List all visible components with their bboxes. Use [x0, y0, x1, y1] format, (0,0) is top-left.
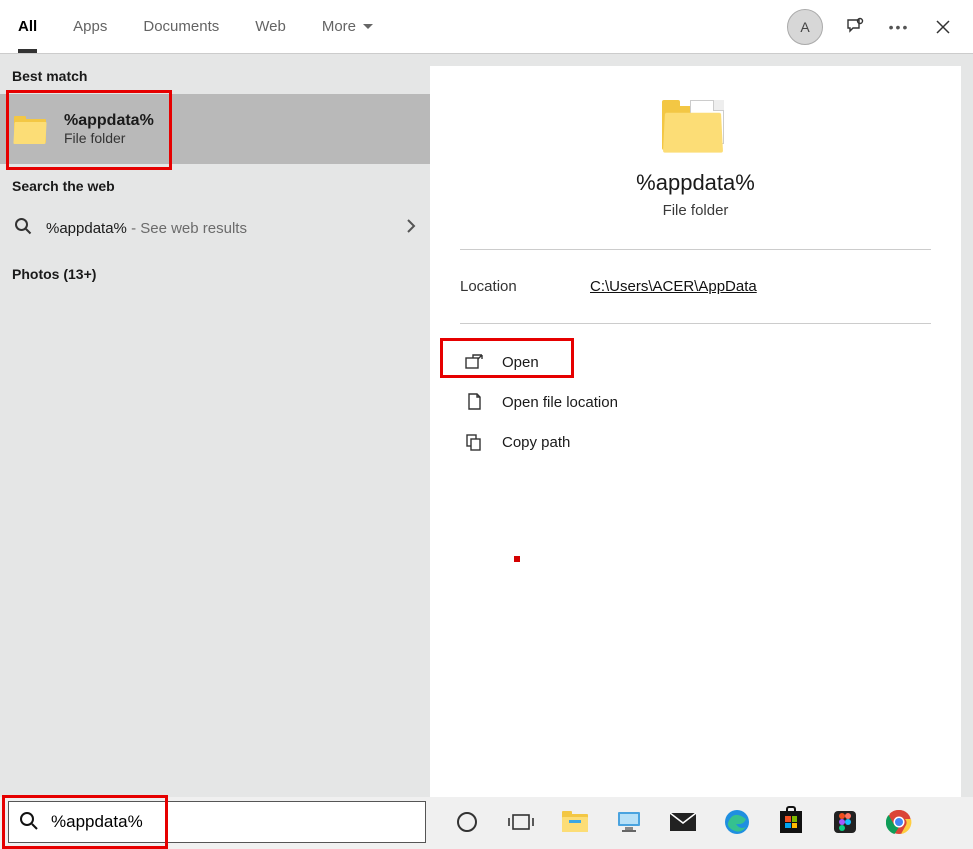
web-result-suffix: - See web results	[131, 220, 247, 237]
tab-all[interactable]: All	[0, 0, 55, 53]
best-match-header: Best match	[0, 54, 430, 94]
detail-header: %appdata% File folder	[460, 96, 931, 250]
location-value[interactable]: C:\Users\ACER\AppData	[590, 278, 757, 295]
detail-subtitle: File folder	[460, 202, 931, 219]
search-input[interactable]	[49, 811, 415, 833]
detail-panel: %appdata% File folder Location C:\Users\…	[430, 66, 961, 797]
search-icon	[14, 217, 32, 239]
web-result-item[interactable]: %appdata% - See web results	[0, 204, 430, 252]
header-actions: A •••	[787, 9, 963, 45]
taskbar-icons	[452, 807, 914, 837]
detail-title: %appdata%	[460, 170, 931, 196]
close-icon[interactable]	[931, 15, 955, 39]
search-web-header: Search the web	[0, 164, 430, 204]
tab-more[interactable]: More	[304, 0, 392, 53]
detail-panel-wrap: %appdata% File folder Location C:\Users\…	[430, 54, 973, 797]
action-open-location[interactable]: Open file location	[460, 382, 931, 422]
task-view-icon[interactable]	[506, 807, 536, 837]
folder-icon	[14, 111, 50, 147]
user-avatar[interactable]: A	[787, 9, 823, 45]
header: All Apps Documents Web More A •••	[0, 0, 973, 54]
figma-icon[interactable]	[830, 807, 860, 837]
action-copy-path-label: Copy path	[502, 434, 570, 451]
taskbar	[0, 797, 973, 847]
web-result-query: %appdata%	[46, 220, 127, 237]
chrome-icon[interactable]	[884, 807, 914, 837]
cortana-icon[interactable]	[452, 807, 482, 837]
mail-icon[interactable]	[668, 807, 698, 837]
photos-header[interactable]: Photos (13+)	[0, 252, 430, 292]
edge-icon[interactable]	[722, 807, 752, 837]
tab-more-label: More	[322, 18, 356, 35]
folder-large-icon	[662, 96, 730, 154]
action-open-label: Open	[502, 354, 539, 371]
action-copy-path[interactable]: Copy path	[460, 422, 931, 462]
annotation-dot	[514, 556, 520, 562]
search-icon	[19, 811, 39, 834]
more-options-icon[interactable]: •••	[887, 15, 911, 39]
file-explorer-icon[interactable]	[560, 807, 590, 837]
best-match-title: %appdata%	[64, 112, 154, 130]
remote-desktop-icon[interactable]	[614, 807, 644, 837]
open-location-icon	[464, 393, 484, 411]
taskbar-search[interactable]	[8, 801, 426, 843]
best-match-subtitle: File folder	[64, 130, 154, 146]
action-open-location-label: Open file location	[502, 394, 618, 411]
copy-icon	[464, 433, 484, 451]
tab-web[interactable]: Web	[237, 0, 304, 53]
open-icon	[464, 354, 484, 370]
detail-actions: Open Open file location Copy path	[460, 324, 931, 480]
results-panel: Best match %appdata% File folder Search …	[0, 54, 430, 797]
tab-apps[interactable]: Apps	[55, 0, 125, 53]
action-open[interactable]: Open	[460, 342, 931, 382]
best-match-result[interactable]: %appdata% File folder	[0, 94, 430, 164]
feedback-icon[interactable]	[843, 15, 867, 39]
microsoft-store-icon[interactable]	[776, 807, 806, 837]
best-match-texts: %appdata% File folder	[64, 112, 154, 146]
location-row: Location C:\Users\ACER\AppData	[460, 250, 931, 324]
chevron-right-icon	[406, 218, 416, 239]
search-filter-tabs: All Apps Documents Web More	[0, 0, 392, 53]
chevron-down-icon	[362, 18, 374, 35]
main-content: Best match %appdata% File folder Search …	[0, 54, 973, 797]
tab-documents[interactable]: Documents	[125, 0, 237, 53]
location-label: Location	[460, 278, 590, 295]
